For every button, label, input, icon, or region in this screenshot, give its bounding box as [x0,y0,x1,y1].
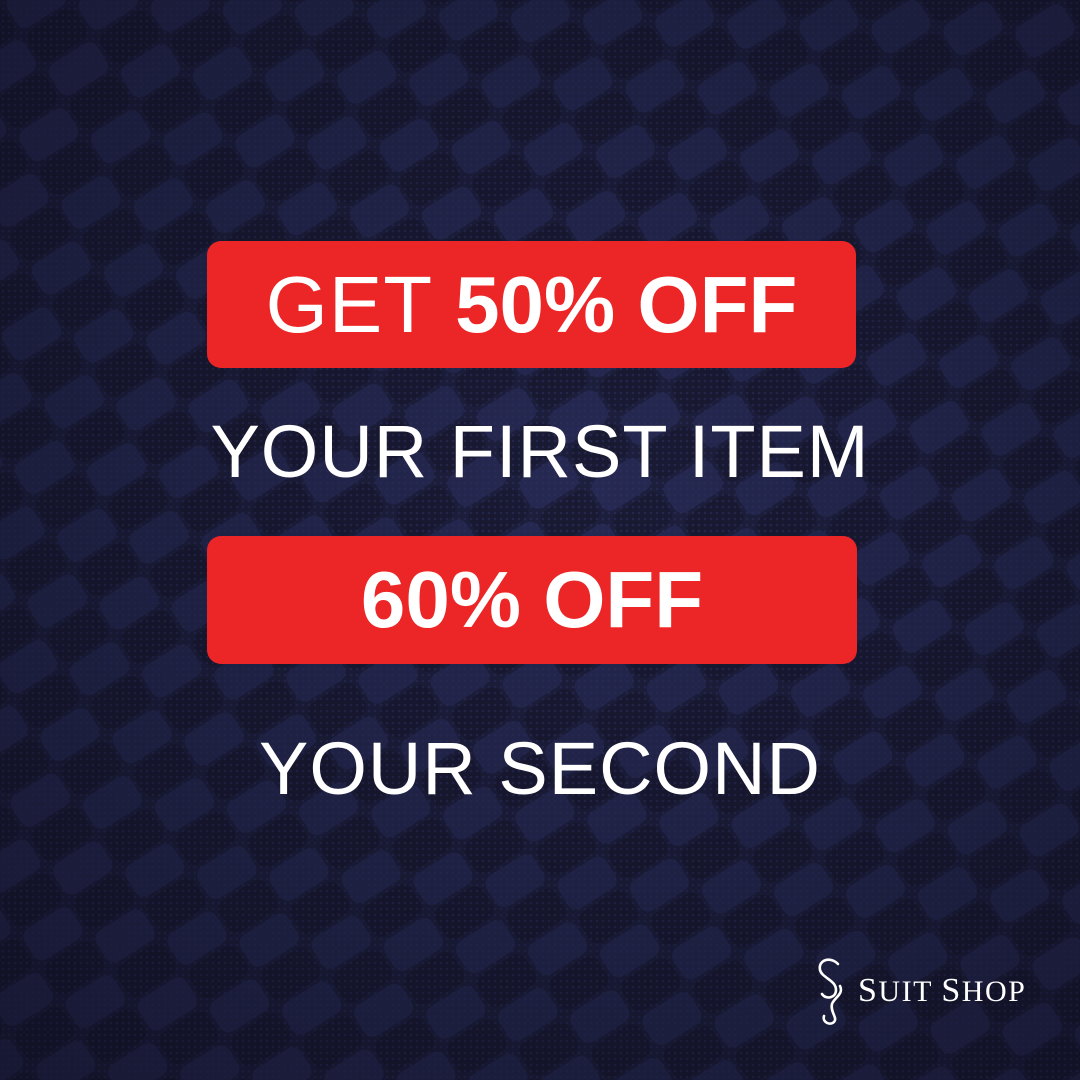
ss-monogram-icon [818,958,843,1025]
offer-discount-first: 50% OFF [455,259,798,349]
brand-logo: SUIT SHOP [812,956,1026,1026]
offer-banner-second: 60% OFF [207,536,857,664]
second-item-text: YOUR SECOND [259,727,821,810]
brand-initial-1: S [858,972,879,1009]
brand-rest-2: HOP [961,975,1027,1008]
offer-discount-second: 60% OFF [360,555,704,644]
brand-initial-2: S [941,972,962,1009]
brand-rest-1: UIT [878,975,933,1008]
offer-prefix: GET [265,259,434,349]
first-item-text: YOUR FIRST ITEM [210,410,870,493]
brand-name: SUIT SHOP [858,972,1026,1010]
offer-banner-first: GET 50% OFF [207,241,856,368]
